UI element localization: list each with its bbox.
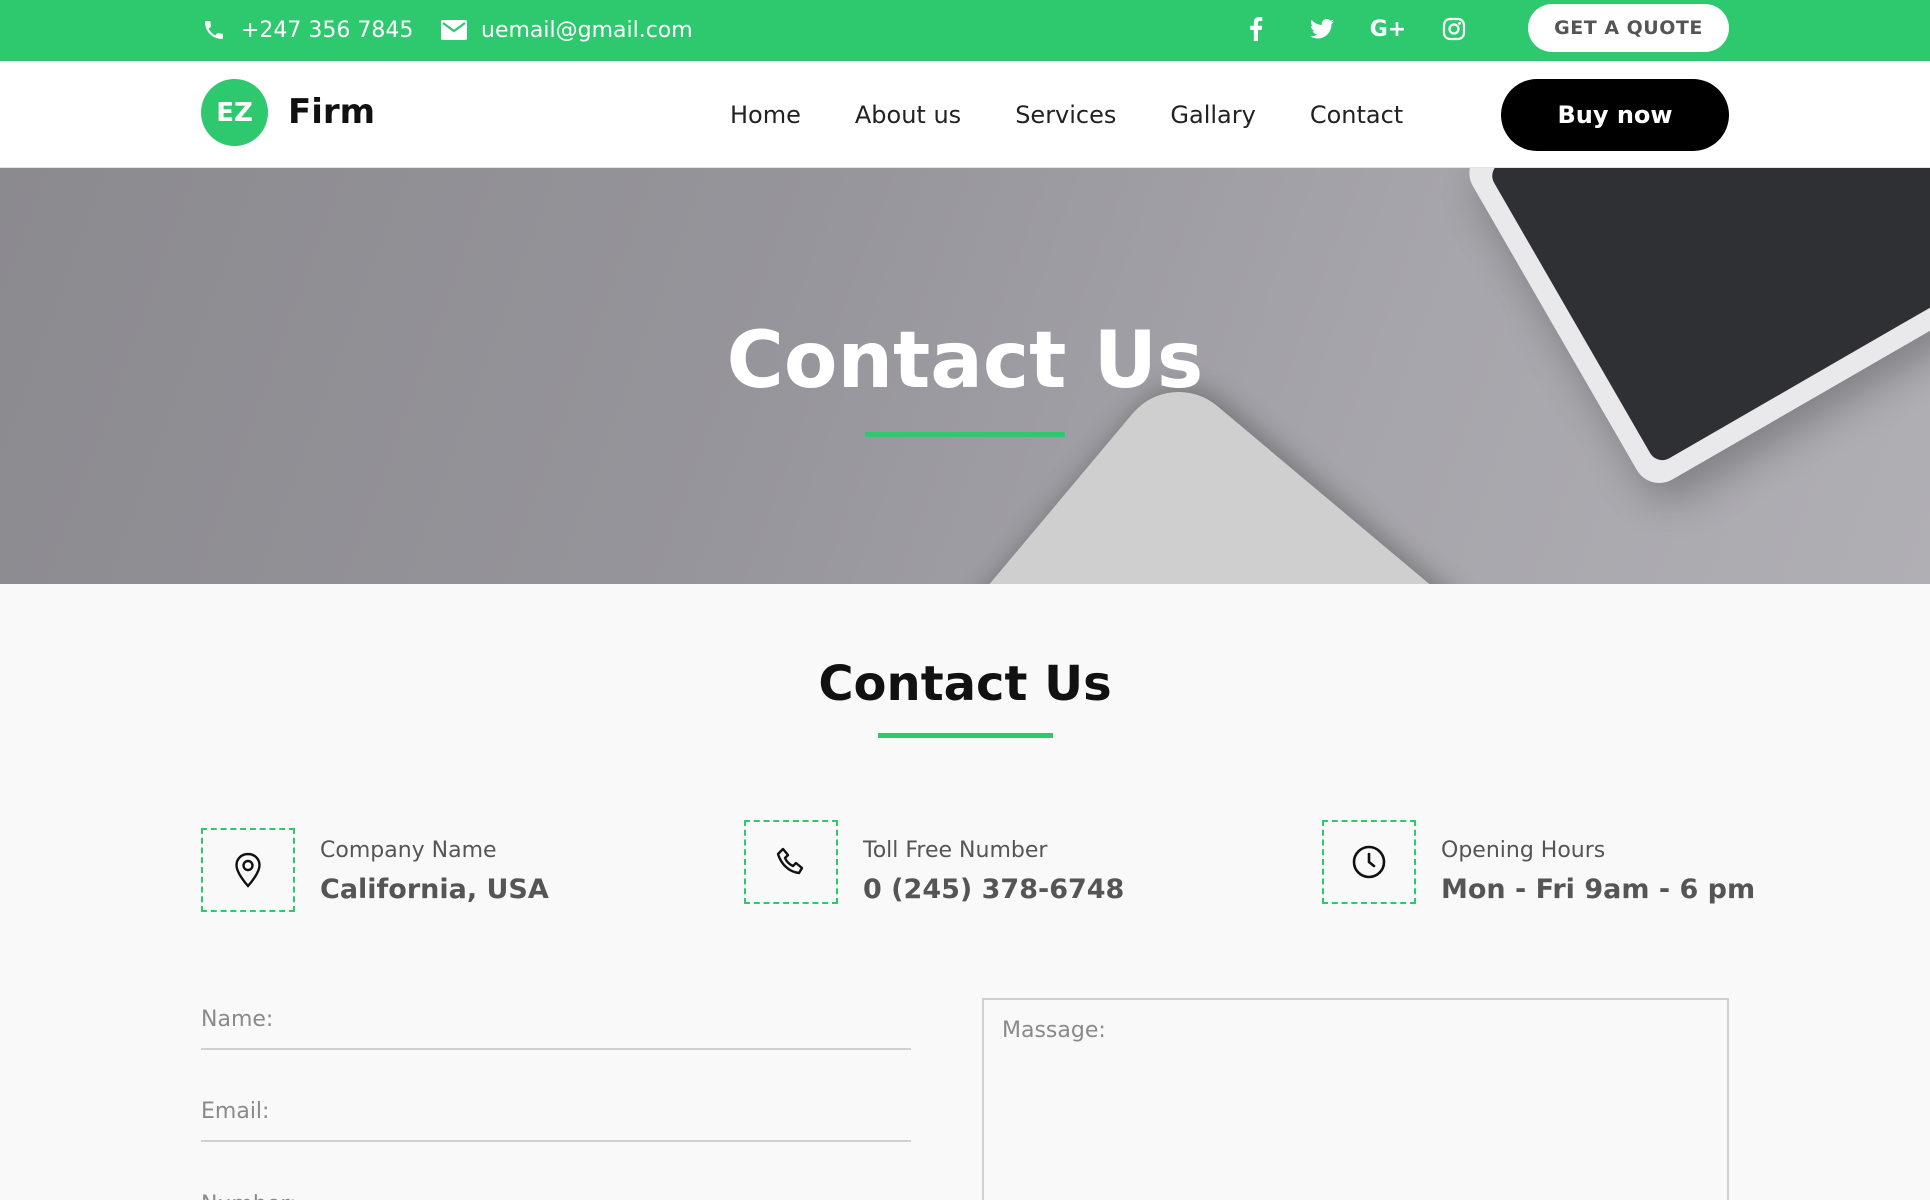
topbar-email[interactable]: uemail@gmail.com	[441, 14, 693, 46]
mail-icon	[441, 17, 467, 43]
twitter-icon[interactable]	[1302, 12, 1342, 46]
hero-underline	[865, 432, 1065, 437]
info-phone-label: Toll Free Number	[863, 838, 1048, 863]
nav-services[interactable]: Services	[1015, 101, 1116, 129]
buy-now-button[interactable]: Buy now	[1501, 79, 1729, 151]
nav-about-us[interactable]: About us	[855, 101, 961, 129]
location-pin-icon	[201, 828, 295, 912]
topbar-phone[interactable]: +247 356 7845	[201, 14, 413, 46]
message-field	[982, 998, 1729, 1200]
info-phone-value: 0 (245) 378-6748	[863, 874, 1125, 905]
instagram-icon[interactable]	[1434, 12, 1474, 46]
email-input[interactable]	[201, 1082, 911, 1140]
contact-section-underline	[878, 733, 1053, 738]
facebook-icon[interactable]	[1236, 12, 1276, 46]
info-phone: Toll Free Number 0 (245) 378-6748	[744, 820, 1164, 914]
nav-home[interactable]: Home	[730, 101, 801, 129]
logo-text[interactable]: Firm	[288, 89, 375, 135]
hero-title: Contact Us	[726, 316, 1204, 406]
name-field	[201, 990, 911, 1050]
number-input[interactable]	[201, 1174, 911, 1200]
main-nav: Home About us Services Gallary Contact	[730, 95, 1457, 135]
get-a-quote-button[interactable]: GET A QUOTE	[1528, 4, 1729, 52]
hero-banner: Contact Us	[0, 168, 1930, 584]
topbar-phone-text: +247 356 7845	[241, 17, 414, 43]
topbar-email-text: uemail@gmail.com	[481, 17, 693, 43]
info-hours-label: Opening Hours	[1441, 838, 1606, 863]
clock-icon	[1322, 820, 1416, 904]
google-plus-icon[interactable]: G+	[1368, 12, 1408, 46]
phone-icon	[744, 820, 838, 904]
main-header: EZ Firm Home About us Services Gallary C…	[0, 61, 1930, 168]
info-company-value: California, USA	[320, 874, 549, 905]
info-hours-value: Mon - Fri 9am - 6 pm	[1441, 874, 1756, 905]
info-hours: Opening Hours Mon - Fri 9am - 6 pm	[1322, 820, 1755, 914]
top-bar: +247 356 7845 uemail@gmail.com G+ GET A …	[0, 0, 1930, 61]
name-input[interactable]	[201, 990, 911, 1048]
phone-icon	[201, 17, 227, 43]
message-textarea[interactable]	[984, 1000, 1727, 1200]
number-field	[201, 1174, 911, 1200]
contact-section-title: Contact Us	[818, 656, 1112, 712]
nav-gallary[interactable]: Gallary	[1170, 101, 1255, 129]
email-field	[201, 1082, 911, 1142]
info-company: Company Name California, USA	[201, 828, 621, 922]
social-links: G+	[1236, 12, 1500, 46]
logo-badge[interactable]: EZ	[201, 79, 268, 146]
info-company-label: Company Name	[320, 838, 497, 863]
nav-contact[interactable]: Contact	[1310, 101, 1403, 129]
